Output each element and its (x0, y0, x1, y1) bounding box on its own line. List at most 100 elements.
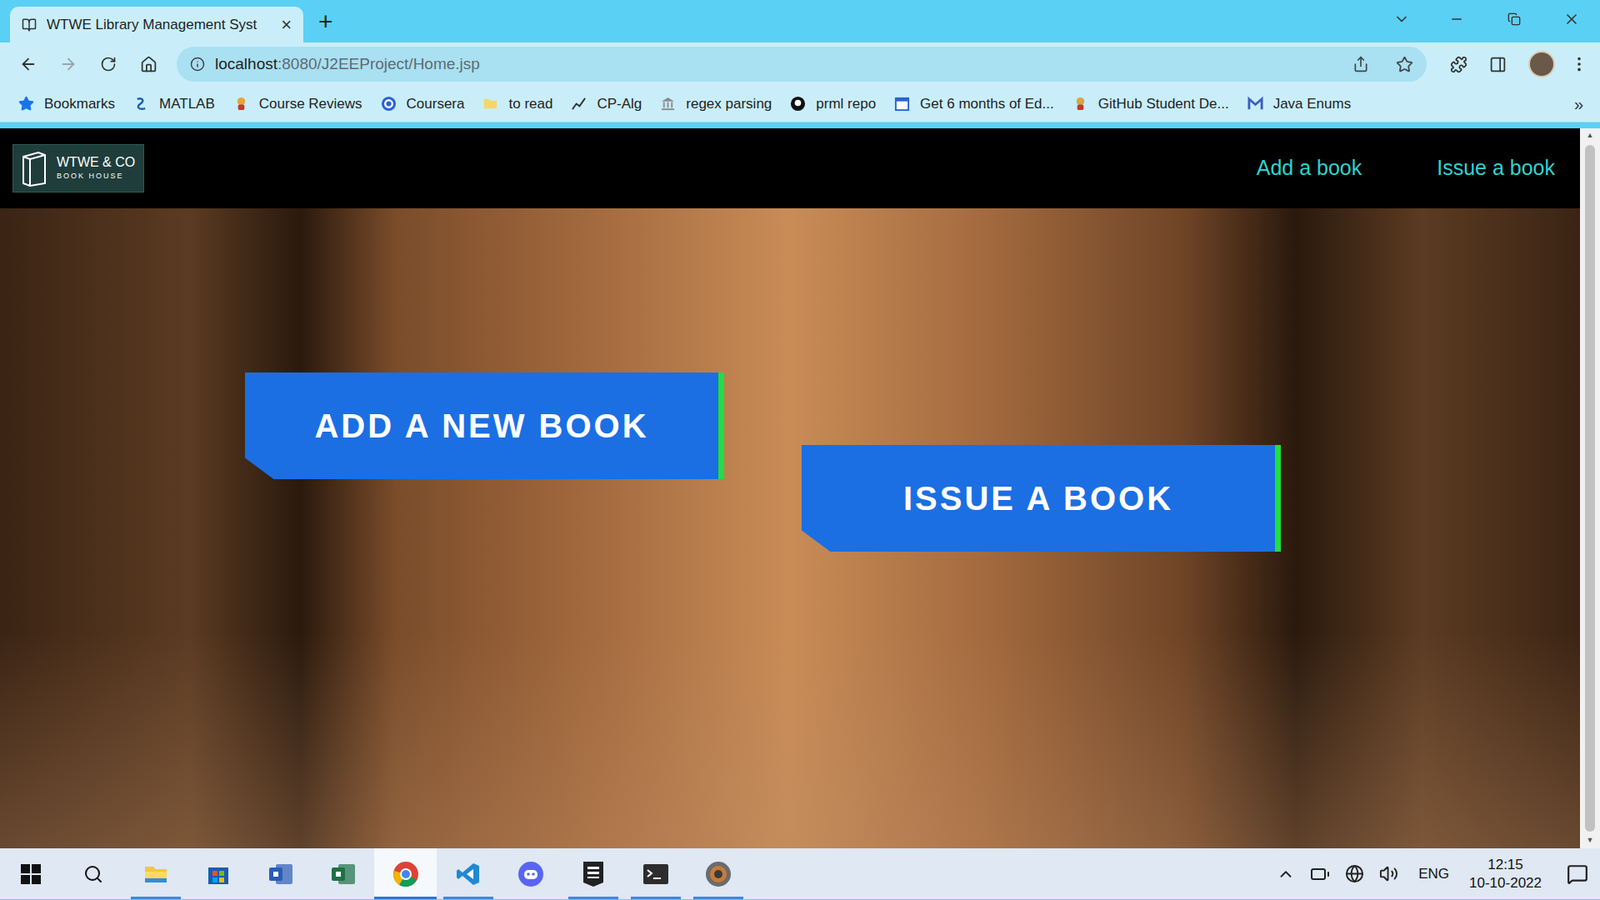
start-button[interactable] (0, 848, 62, 900)
file-explorer-icon (143, 861, 169, 887)
reviews-icon (233, 95, 250, 112)
bookmark-label: Get 6 months of Ed... (920, 93, 1055, 115)
student-icon (1072, 95, 1089, 112)
bookmark-item[interactable]: MATLAB (133, 93, 215, 115)
bookmark-label: Coursera (406, 93, 465, 115)
bookmark-item[interactable]: Java Enums (1247, 93, 1352, 115)
coursera-icon (380, 95, 397, 112)
book-favicon-icon (21, 17, 37, 33)
logo-title: WTWE & CO (56, 154, 135, 171)
taskbar-app[interactable] (124, 848, 187, 900)
address-bar[interactable]: localhost:8080/J2EEProject/Home.jsp (176, 46, 1427, 82)
vscode-icon (455, 861, 481, 887)
terminal-icon (642, 862, 670, 886)
battery-icon[interactable] (1310, 864, 1330, 885)
bookmark-label: to read (508, 93, 553, 115)
search-button[interactable] (61, 848, 125, 900)
restore-icon (1507, 12, 1521, 26)
clock[interactable]: 12:1510-10-2022 (1469, 855, 1542, 892)
tab-close-button[interactable]: × (280, 15, 292, 35)
page-scrollbar[interactable]: ▲▼ (1580, 128, 1600, 849)
bookmark-item[interactable]: regex parsing (660, 93, 772, 115)
browser-tab[interactable]: WTWE Library Management Syst × (10, 6, 304, 43)
notifications-icon[interactable] (1566, 863, 1589, 885)
nav-link[interactable]: Add a book (1256, 152, 1363, 185)
language-indicator[interactable]: ENG (1418, 863, 1450, 885)
bookmark-item[interactable]: CP-Alg (570, 93, 642, 115)
chrome-icon (392, 860, 420, 888)
bookmark-label: Bookmarks (44, 93, 115, 115)
taskbar-app[interactable] (311, 848, 375, 900)
site-nav: Add a book Issue a book (1256, 152, 1555, 185)
more-bookmarks-button[interactable]: » (1574, 91, 1584, 117)
taskbar-app[interactable] (186, 848, 250, 900)
folder-icon (482, 95, 499, 112)
volume-icon[interactable] (1379, 864, 1399, 884)
taskbar-app[interactable] (374, 848, 437, 900)
bookmark-item[interactable]: prml repo (790, 93, 876, 115)
site-header: WTWE & COBOOK HOUSE Add a book Issue a boo… (0, 128, 1580, 209)
hero-library-photo: ADD A NEW BOOK ISSUE A BOOK (0, 208, 1580, 849)
taskbar-app[interactable] (249, 848, 312, 900)
store-icon (205, 861, 231, 887)
book-logo-icon (20, 150, 49, 187)
github-icon (790, 95, 806, 112)
home-button[interactable] (131, 55, 165, 74)
tab-title: WTWE Library Management Syst (46, 14, 271, 36)
bookmark-label: GitHub Student De... (1098, 93, 1230, 115)
close-button[interactable] (1542, 10, 1600, 28)
search-icon (83, 864, 104, 885)
menu-icon[interactable] (1570, 55, 1589, 74)
tab-strip: WTWE Library Management Syst × + (0, 0, 1600, 43)
profile-avatar-icon[interactable] (1528, 50, 1555, 78)
back-button[interactable] (11, 55, 45, 74)
bookmarks-star-icon (18, 95, 35, 112)
bookmarks-bar: Bookmarks MATLAB Course Reviews Coursera to … (0, 85, 1600, 123)
bookmark-label: regex parsing (685, 93, 772, 115)
share-icon[interactable] (1352, 55, 1370, 73)
taskbar-app[interactable] (499, 848, 562, 900)
new-tab-button[interactable]: + (318, 9, 334, 35)
minimize-button[interactable] (1427, 11, 1485, 27)
system-tray: ENG 12:1510-10-2022 (1276, 855, 1600, 892)
taskbar-app[interactable] (436, 848, 500, 900)
close-icon (1563, 10, 1580, 28)
address-text: localhost:8080/J2EEProject/Home.jsp (215, 52, 1343, 77)
minimize-icon (1449, 11, 1465, 27)
back-arrow-icon (19, 55, 38, 74)
site-logo[interactable]: WTWE & COBOOK HOUSE (12, 144, 145, 193)
running-indicator (443, 896, 494, 900)
bookmark-item[interactable]: to read (482, 93, 553, 115)
forward-arrow-icon (59, 55, 78, 74)
bookmark-item[interactable]: Bookmarks (18, 93, 115, 115)
excel-icon (330, 861, 357, 887)
bookmark-item[interactable]: Coursera (380, 93, 465, 115)
web-page: WTWE & COBOOK HOUSE Add a book Issue a boo… (0, 128, 1580, 849)
reload-button[interactable] (91, 55, 125, 73)
nav-link[interactable]: Issue a book (1436, 152, 1555, 185)
tab-search-button[interactable] (1375, 10, 1428, 28)
windows-logo-icon (20, 864, 41, 885)
hero-action-button[interactable]: ISSUE A BOOK (801, 445, 1281, 552)
show-hidden-icons-icon[interactable] (1276, 865, 1295, 884)
word-icon (267, 861, 295, 887)
side-panel-icon[interactable] (1489, 55, 1507, 74)
bookmark-star-icon[interactable] (1395, 55, 1414, 74)
extensions-icon[interactable] (1450, 55, 1468, 74)
bookmark-item[interactable]: Get 6 months of Ed... (894, 93, 1055, 115)
reload-icon (100, 55, 117, 73)
discord-icon (517, 860, 545, 888)
taskbar-app[interactable] (686, 848, 750, 900)
hero-action-button[interactable]: ADD A NEW BOOK (245, 372, 725, 480)
matlab-icon (133, 95, 150, 112)
taskbar-app[interactable] (561, 848, 625, 900)
bookmark-item[interactable]: Course Reviews (233, 93, 363, 115)
taskbar-app[interactable] (624, 848, 687, 900)
restore-button[interactable] (1485, 12, 1543, 26)
bookmark-item[interactable]: GitHub Student De... (1072, 93, 1230, 115)
calendar-icon (894, 95, 910, 112)
network-icon[interactable] (1345, 864, 1365, 884)
epic-games-icon (581, 860, 605, 888)
mail-icon (1247, 95, 1264, 112)
forward-button[interactable] (51, 55, 85, 74)
